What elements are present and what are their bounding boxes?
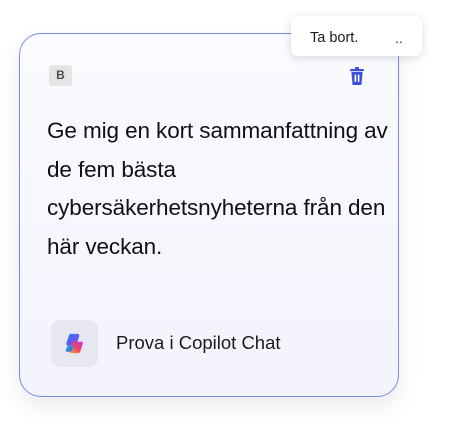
context-menu: Ta bort. .. — [291, 16, 422, 56]
try-in-copilot-chat-link[interactable]: Prova i Copilot Chat — [116, 332, 281, 354]
more-options-button[interactable]: .. — [395, 30, 403, 46]
prompt-card[interactable]: B Ge mig en kort sammanfattning av de fe… — [19, 33, 399, 397]
author-badge: B — [49, 65, 72, 86]
prompt-text: Ge mig en kort sammanfattning av de fem … — [47, 118, 388, 259]
prompt-card-stage: B Ge mig en kort sammanfattning av de fe… — [0, 0, 452, 427]
copilot-icon — [51, 320, 98, 367]
trash-icon[interactable] — [347, 66, 367, 86]
remove-menu-item[interactable]: Ta bort. — [310, 30, 358, 46]
